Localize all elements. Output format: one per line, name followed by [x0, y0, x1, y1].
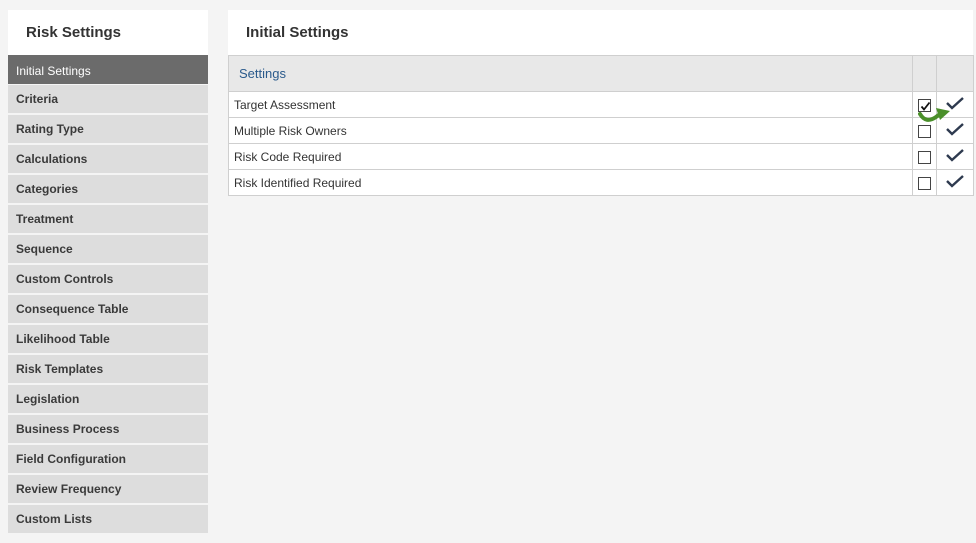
table-row: Target Assessment [228, 91, 974, 118]
table-row: Risk Code Required [228, 143, 974, 170]
sidebar-item-review-frequency[interactable]: Review Frequency [8, 475, 208, 503]
sidebar: Risk Settings Initial Settings Criteria … [8, 10, 208, 535]
setting-label: Target Assessment [228, 91, 913, 118]
sidebar-item-rating-type[interactable]: Rating Type [8, 115, 208, 143]
table-row: Multiple Risk Owners [228, 117, 974, 144]
risk-identified-required-checkbox[interactable] [918, 176, 931, 190]
risk-code-required-checkbox[interactable] [918, 150, 931, 164]
sidebar-item-custom-controls[interactable]: Custom Controls [8, 265, 208, 293]
setting-label: Risk Identified Required [228, 169, 913, 196]
save-tick-icon[interactable] [945, 173, 965, 192]
settings-column-header: Settings [228, 55, 913, 92]
sidebar-header: Risk Settings [8, 10, 208, 55]
multiple-risk-owners-checkbox[interactable] [918, 124, 931, 138]
settings-table: Settings Target Assessment Multiple Risk… [228, 55, 974, 196]
save-tick-icon[interactable] [945, 95, 965, 114]
sidebar-item-categories[interactable]: Categories [8, 175, 208, 203]
sidebar-item-field-configuration[interactable]: Field Configuration [8, 445, 208, 473]
target-assessment-checkbox[interactable] [918, 98, 931, 112]
save-tick-icon[interactable] [945, 121, 965, 140]
sidebar-item-sequence[interactable]: Sequence [8, 235, 208, 263]
sidebar-item-initial-settings[interactable]: Initial Settings [8, 55, 208, 84]
table-header-row: Settings [228, 55, 974, 92]
table-row: Risk Identified Required [228, 169, 974, 196]
checkbox-column-header [912, 55, 937, 92]
main-panel: Initial Settings Settings Target Assessm… [228, 10, 974, 196]
sidebar-item-custom-lists[interactable]: Custom Lists [8, 505, 208, 533]
sidebar-item-business-process[interactable]: Business Process [8, 415, 208, 443]
save-column-header [936, 55, 974, 92]
sidebar-item-calculations[interactable]: Calculations [8, 145, 208, 173]
sidebar-item-legislation[interactable]: Legislation [8, 385, 208, 413]
sidebar-item-criteria[interactable]: Criteria [8, 85, 208, 113]
checkmark-icon [920, 101, 931, 111]
save-tick-icon[interactable] [945, 147, 965, 166]
sidebar-title: Risk Settings [26, 24, 122, 41]
sidebar-item-consequence-table[interactable]: Consequence Table [8, 295, 208, 323]
page-title: Initial Settings [246, 24, 349, 41]
setting-label: Risk Code Required [228, 143, 913, 170]
sidebar-item-treatment[interactable]: Treatment [8, 205, 208, 233]
sidebar-item-risk-templates[interactable]: Risk Templates [8, 355, 208, 383]
setting-label: Multiple Risk Owners [228, 117, 913, 144]
sidebar-item-likelihood-table[interactable]: Likelihood Table [8, 325, 208, 353]
main-header: Initial Settings [228, 10, 973, 55]
